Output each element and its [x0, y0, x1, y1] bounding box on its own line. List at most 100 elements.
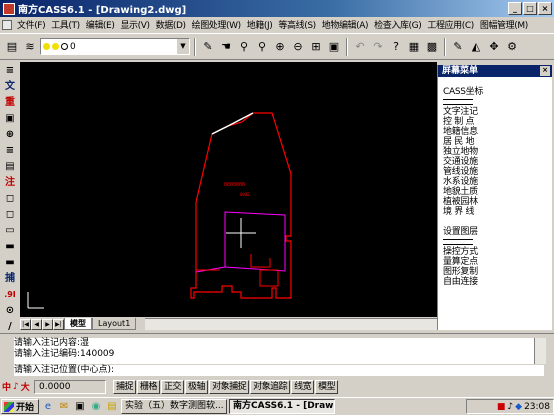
screen-menu-item[interactable]: 地貌土质	[443, 187, 552, 197]
tab-model[interactable]: 模型	[64, 318, 92, 330]
internet-explorer-icon[interactable]: e	[41, 400, 55, 414]
point-tool-icon[interactable]: ⊕	[2, 128, 18, 142]
clock[interactable]: 23:08	[524, 402, 550, 412]
zoom-realtime-icon[interactable]: ⚲	[236, 39, 252, 55]
menu-edit[interactable]: 编辑(E)	[83, 18, 118, 31]
menu-engineering[interactable]: 工程应用(C)	[424, 18, 477, 31]
edit-icon[interactable]: ✎	[450, 39, 466, 55]
screen-menu-item[interactable]: 图形复制	[443, 267, 552, 277]
undo-icon[interactable]: ↶	[352, 39, 368, 55]
document-icon[interactable]	[2, 19, 12, 30]
query-icon[interactable]: ?	[388, 39, 404, 55]
settings-icon[interactable]: ⚙	[504, 39, 520, 55]
annotate-tool-icon[interactable]: 注	[2, 176, 18, 190]
elevation-tool-icon[interactable]: .9I	[2, 288, 18, 302]
tab-layout1[interactable]: Layout1	[92, 318, 137, 330]
menu-sheet[interactable]: 图幅管理(M)	[477, 18, 531, 31]
menu-drawing[interactable]: 绘图处理(W)	[189, 18, 244, 31]
command-prompt[interactable]: 请输入注记位置(中心点):	[14, 365, 544, 376]
move-icon[interactable]: ✥	[486, 39, 502, 55]
grid-toggle[interactable]: 栅格	[137, 379, 161, 394]
polar-toggle[interactable]: 极轴	[185, 379, 209, 394]
maximize-button[interactable]: □	[523, 2, 537, 15]
menu-check[interactable]: 检查入库(G)	[371, 18, 424, 31]
screen-menu-header[interactable]: CASS坐标	[443, 87, 552, 97]
volume-icon[interactable]: ♪	[507, 402, 513, 412]
screen-menu-item[interactable]: 境 界 线	[443, 207, 552, 217]
taskbar-item-cass[interactable]: 南方CASS6.1 - [Drawing...	[229, 399, 335, 414]
screen-menu-item[interactable]: 交通设施	[443, 157, 552, 167]
block-tool-icon[interactable]: ▣	[2, 112, 18, 126]
media-icon[interactable]: ◉	[89, 400, 103, 414]
text-tool-icon[interactable]: 文	[2, 80, 18, 94]
network-icon[interactable]: ■	[497, 402, 506, 412]
grid-icon[interactable]: ▩	[424, 39, 440, 55]
drawing-canvas[interactable]: 0000000 0000	[20, 62, 437, 317]
rectangle-tool-icon[interactable]: ◻	[2, 192, 18, 206]
bar-tool-icon[interactable]: ▬	[2, 240, 18, 254]
menu-view[interactable]: 显示(V)	[117, 18, 152, 31]
osnap-toggle[interactable]: 对象捕捉	[209, 379, 250, 394]
lines-tool-icon[interactable]: ≡	[2, 144, 18, 158]
explorer-icon[interactable]: ▤	[105, 400, 119, 414]
bar2-tool-icon[interactable]: ▬	[2, 256, 18, 270]
screen-menu-item[interactable]: 管线设施	[443, 167, 552, 177]
screen-menu-set-layer[interactable]: 设置图层	[443, 227, 552, 237]
taskbar-item-word[interactable]: 实验（五）数字测图软...	[121, 399, 227, 414]
screen-menu-item[interactable]: 量算定点	[443, 257, 552, 267]
layer-tool-icon[interactable]: ≡	[2, 64, 18, 78]
zoom-in-icon[interactable]: ⊕	[272, 39, 288, 55]
redo-icon[interactable]: ↷	[370, 39, 386, 55]
snap-toggle[interactable]: 捕捉	[113, 379, 137, 394]
layer-dropdown[interactable]: 0 ▼	[40, 38, 190, 55]
menu-tools[interactable]: 工具(T)	[48, 18, 83, 31]
screen-menu-item[interactable]: 水系设施	[443, 177, 552, 187]
screen-menu-item[interactable]: 自由连接	[443, 277, 552, 287]
command-scrollbar[interactable]	[534, 338, 546, 364]
screen-menu-item[interactable]: 独立地物	[443, 147, 552, 157]
screen-menu-close-icon[interactable]: ×	[540, 66, 550, 76]
zoom-window-icon[interactable]: ⚲	[254, 39, 270, 55]
close-button[interactable]: ×	[538, 2, 552, 15]
screen-menu-item[interactable]: 控 制 点	[443, 117, 552, 127]
minimize-button[interactable]: _	[508, 2, 522, 15]
ortho-toggle[interactable]: 正交	[161, 379, 185, 394]
screen-menu-item[interactable]: 居 民 地	[443, 137, 552, 147]
layer-manager-icon[interactable]: ▤	[4, 39, 20, 55]
redraw-tool-icon[interactable]: 重	[2, 96, 18, 110]
measure-icon[interactable]: ◭	[468, 39, 484, 55]
tab-next-button[interactable]: ▶	[42, 318, 53, 330]
tab-first-button[interactable]: |◀	[20, 318, 31, 330]
save-icon[interactable]: ▣	[326, 39, 342, 55]
menu-file[interactable]: 文件(F)	[14, 18, 48, 31]
tab-prev-button[interactable]: ◀	[31, 318, 42, 330]
pencil-icon[interactable]: ✎	[200, 39, 216, 55]
hatch-tool-icon[interactable]: ▤	[2, 160, 18, 174]
screen-menu-item[interactable]: 操控方式	[443, 247, 552, 257]
zoom-all-icon[interactable]: ⊞	[308, 39, 324, 55]
square-tool-icon[interactable]: ◻	[2, 208, 18, 222]
desktop-icon[interactable]: ▣	[73, 400, 87, 414]
screen-menu-item[interactable]: 地籍信息	[443, 127, 552, 137]
screen-menu-item[interactable]: 植被园林	[443, 197, 552, 207]
model-toggle[interactable]: 模型	[315, 379, 339, 394]
box-tool-icon[interactable]: ▭	[2, 224, 18, 238]
menu-data[interactable]: 数据(D)	[153, 18, 189, 31]
menu-contour[interactable]: 等高线(S)	[275, 18, 318, 31]
layer-states-icon[interactable]: ≋	[22, 39, 38, 55]
snap-tool-icon[interactable]: 捕	[2, 272, 18, 286]
menu-cadastre[interactable]: 地籍(J)	[244, 18, 276, 31]
zoom-out-icon[interactable]: ⊖	[290, 39, 306, 55]
otrack-toggle[interactable]: 对象追踪	[250, 379, 291, 394]
screen-menu-item[interactable]: 文字注记	[443, 107, 552, 117]
antivirus-icon[interactable]: ◆	[515, 402, 522, 412]
line-tool-icon[interactable]: /	[2, 320, 18, 334]
pan-icon[interactable]: ☚	[218, 39, 234, 55]
start-button[interactable]: 开始	[1, 399, 39, 414]
tab-last-button[interactable]: ▶|	[53, 318, 64, 330]
menu-feature-edit[interactable]: 地物编辑(A)	[319, 18, 371, 31]
lineweight-toggle[interactable]: 线宽	[291, 379, 315, 394]
outlook-icon[interactable]: ✉	[57, 400, 71, 414]
chevron-down-icon[interactable]: ▼	[177, 39, 189, 54]
horizontal-scrollbar[interactable]	[145, 318, 437, 330]
